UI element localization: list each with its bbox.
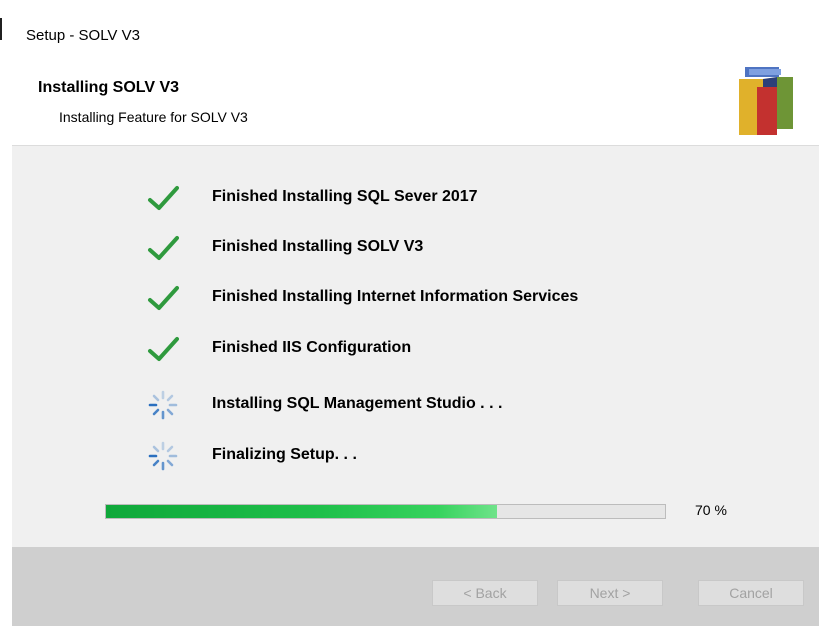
title-bar[interactable]: Setup - SOLV V3	[12, 0, 819, 52]
check-icon	[148, 286, 179, 310]
step-item: Finished Installing SQL Sever 2017	[147, 182, 787, 214]
left-window-edge	[0, 0, 2, 626]
step-item: Finished Installing SOLV V3	[147, 232, 787, 264]
window-edge-mark	[0, 18, 2, 40]
progress-percent: 70 %	[695, 502, 727, 518]
step-label: Finalizing Setup. . .	[212, 446, 357, 463]
wizard-header: Installing SOLV V3 Installing Feature fo…	[12, 52, 819, 146]
check-icon	[148, 236, 179, 260]
next-button[interactable]: Next >	[557, 580, 663, 606]
back-button[interactable]: < Back	[432, 580, 538, 606]
page-subtitle: Installing Feature for SOLV V3	[59, 109, 248, 125]
step-label: Finished Installing SOLV V3	[212, 238, 424, 255]
wizard-footer: < Back Next > Cancel	[12, 547, 819, 626]
step-item: Finished Installing Internet Information…	[147, 282, 787, 314]
setup-window: Setup - SOLV V3 Installing SOLV V3 Insta…	[0, 0, 819, 626]
step-label: Finished Installing SQL Sever 2017	[212, 188, 478, 205]
step-item: Installing SQL Management Studio . . .	[147, 389, 787, 421]
spinner-icon	[148, 390, 178, 420]
install-progress-bar	[105, 504, 666, 519]
page-title: Installing SOLV V3	[38, 79, 180, 96]
step-label: Finished IIS Configuration	[212, 339, 412, 356]
step-item: Finalizing Setup. . .	[147, 440, 787, 472]
steps-panel: Finished Installing SQL Sever 2017 Finis…	[12, 146, 819, 547]
check-icon	[148, 337, 179, 361]
step-label: Finished Installing Internet Information…	[212, 288, 579, 305]
step-label: Installing SQL Management Studio . . .	[212, 395, 503, 412]
step-item: Finished IIS Configuration	[147, 333, 787, 365]
installer-logo-icon	[739, 67, 793, 135]
check-icon	[148, 186, 179, 210]
spinner-icon	[148, 441, 178, 471]
cancel-button[interactable]: Cancel	[698, 580, 804, 606]
window-title: Setup - SOLV V3	[26, 27, 140, 44]
progress-fill	[106, 505, 498, 518]
